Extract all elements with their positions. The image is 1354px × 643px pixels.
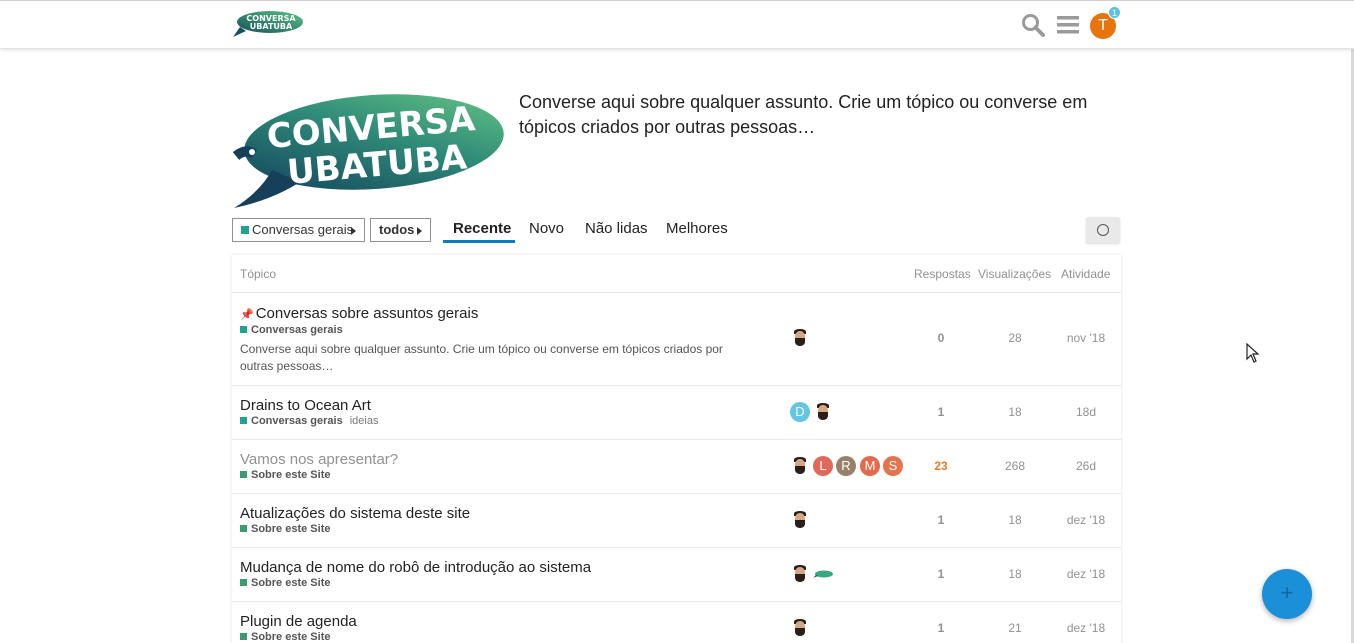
category-color-swatch xyxy=(240,471,247,478)
category-color-swatch xyxy=(240,525,247,532)
topic-activity[interactable]: 18d xyxy=(1056,405,1116,419)
topic-category-label: Conversas gerais xyxy=(251,324,343,336)
search-icon[interactable] xyxy=(1021,13,1045,37)
topic-category-label: Sobre este Site xyxy=(251,577,331,589)
topic-title[interactable]: Vamos nos apresentar? xyxy=(240,451,398,468)
topic-list: Tópico Respostas Visualizações Atividade… xyxy=(232,255,1121,643)
topic-replies: 1 xyxy=(937,567,945,581)
tab-recente[interactable]: Recente xyxy=(453,220,511,237)
category-dropdown-label: Conversas gerais xyxy=(252,222,354,237)
tab-melhores[interactable]: Melhores xyxy=(666,220,728,237)
tag-dropdown[interactable]: todos xyxy=(370,218,431,242)
table-row: Mudança de nome do robô de introdução ao… xyxy=(232,548,1121,602)
topic-activity[interactable]: dez '18 xyxy=(1056,567,1116,581)
topic-title-text: Conversas sobre assuntos gerais xyxy=(255,305,479,322)
create-topic-button[interactable]: + xyxy=(1262,569,1312,619)
hamburger-menu-icon[interactable] xyxy=(1057,15,1079,35)
poster-avatar[interactable] xyxy=(813,402,833,422)
poster-avatar[interactable] xyxy=(790,456,810,476)
topic-category-label: Sobre este Site xyxy=(251,523,331,535)
category-description: Converse aqui sobre qualquer assunto. Cr… xyxy=(519,92,1088,137)
topic-category-label: Sobre este Site xyxy=(251,631,331,643)
table-row: Drains to Ocean Art Conversas gerais idei… xyxy=(232,386,1121,440)
topic-views: 268 xyxy=(1004,459,1026,473)
category-dropdown[interactable]: Conversas gerais xyxy=(232,218,365,242)
column-header-replies[interactable]: Respostas xyxy=(914,267,971,281)
topic-excerpt: Converse aqui sobre qualquer assunto. Cr… xyxy=(240,342,723,373)
window-top-border xyxy=(0,0,1354,1)
topic-category-label: Sobre este Site xyxy=(251,469,331,481)
column-header-views[interactable]: Visualizações xyxy=(978,267,1051,281)
topic-category[interactable]: Conversas gerais xyxy=(240,324,343,336)
topic-views: 18 xyxy=(1008,405,1022,419)
category-color-swatch xyxy=(241,226,249,234)
poster-avatar[interactable]: R xyxy=(836,456,856,476)
poster-avatar[interactable]: M xyxy=(860,456,880,476)
topic-views: 18 xyxy=(1008,513,1022,527)
category-color-swatch xyxy=(240,633,247,640)
caret-right-icon xyxy=(351,227,356,235)
topic-tag[interactable]: ideias xyxy=(350,415,379,427)
category-color-swatch xyxy=(240,417,247,424)
topic-category[interactable]: Sobre este Site xyxy=(240,631,330,643)
topic-category[interactable]: Conversas gerais ideias xyxy=(240,415,378,427)
topic-replies: 1 xyxy=(937,621,945,635)
active-tab-underline xyxy=(443,240,515,243)
notification-level-button[interactable] xyxy=(1086,217,1120,243)
poster-avatar[interactable] xyxy=(790,510,810,530)
topic-activity[interactable]: dez '18 xyxy=(1056,513,1116,527)
column-header-activity[interactable]: Atividade xyxy=(1061,267,1110,281)
topic-activity[interactable]: nov '18 xyxy=(1056,331,1116,345)
category-logo: CONVERSA UBATUBA xyxy=(232,94,504,208)
topic-title[interactable]: 📌 Conversas sobre assuntos gerais xyxy=(240,305,478,322)
column-header-topic: Tópico xyxy=(240,267,277,281)
poster-avatar[interactable]: S xyxy=(883,456,903,476)
site-header: CONVERSA UBATUBA T 1 xyxy=(0,0,1354,49)
mouse-cursor-icon xyxy=(1246,343,1260,363)
table-row: Vamos nos apresentar? Sobre este Site L … xyxy=(232,440,1121,494)
poster-avatar[interactable] xyxy=(790,618,810,638)
bot-logo-avatar[interactable] xyxy=(813,564,833,584)
topic-title[interactable]: Mudança de nome do robô de introdução ao… xyxy=(240,559,591,576)
table-row: 📌 Conversas sobre assuntos gerais Convers… xyxy=(232,293,1121,386)
category-color-swatch xyxy=(240,326,247,333)
poster-avatar[interactable]: D xyxy=(790,402,810,422)
pin-icon: 📌 xyxy=(240,309,254,321)
table-row: Plugin de agenda Sobre este Site 1 21 de… xyxy=(232,602,1121,643)
topic-views: 18 xyxy=(1008,567,1022,581)
tab-novo[interactable]: Novo xyxy=(529,220,564,237)
poster-avatar[interactable] xyxy=(790,328,810,348)
table-row: Atualizações do sistema deste site Sobre… xyxy=(232,494,1121,548)
tab-nao-lidas[interactable]: Não lidas xyxy=(585,220,648,237)
topic-title[interactable]: Drains to Ocean Art xyxy=(240,397,371,414)
caret-right-icon xyxy=(417,227,422,235)
category-color-swatch xyxy=(240,579,247,586)
topic-replies: 23 xyxy=(934,459,948,473)
topic-category-label: Conversas gerais xyxy=(251,415,343,427)
poster-avatar[interactable]: L xyxy=(813,456,833,476)
topic-category[interactable]: Sobre este Site xyxy=(240,577,330,589)
topic-title[interactable]: Plugin de agenda xyxy=(240,613,357,630)
topic-activity[interactable]: 26d xyxy=(1056,459,1116,473)
topic-replies: 1 xyxy=(937,513,945,527)
poster-avatar[interactable] xyxy=(790,564,810,584)
circle-icon xyxy=(1097,224,1109,236)
logo-small-line2: UBATUBA xyxy=(250,22,293,31)
plus-icon: + xyxy=(1280,580,1294,605)
site-logo-small[interactable]: CONVERSA UBATUBA xyxy=(232,9,304,41)
topic-category[interactable]: Sobre este Site xyxy=(240,523,330,535)
topic-title[interactable]: Atualizações do sistema deste site xyxy=(240,505,470,522)
topic-replies: 1 xyxy=(937,405,945,419)
notification-badge[interactable]: 1 xyxy=(1108,6,1121,19)
topic-views: 21 xyxy=(1008,621,1022,635)
tag-dropdown-label: todos xyxy=(379,222,415,237)
topic-replies: 0 xyxy=(937,331,945,345)
topic-views: 28 xyxy=(1008,331,1022,345)
topic-category[interactable]: Sobre este Site xyxy=(240,469,330,481)
topic-activity[interactable]: dez '18 xyxy=(1056,621,1116,635)
